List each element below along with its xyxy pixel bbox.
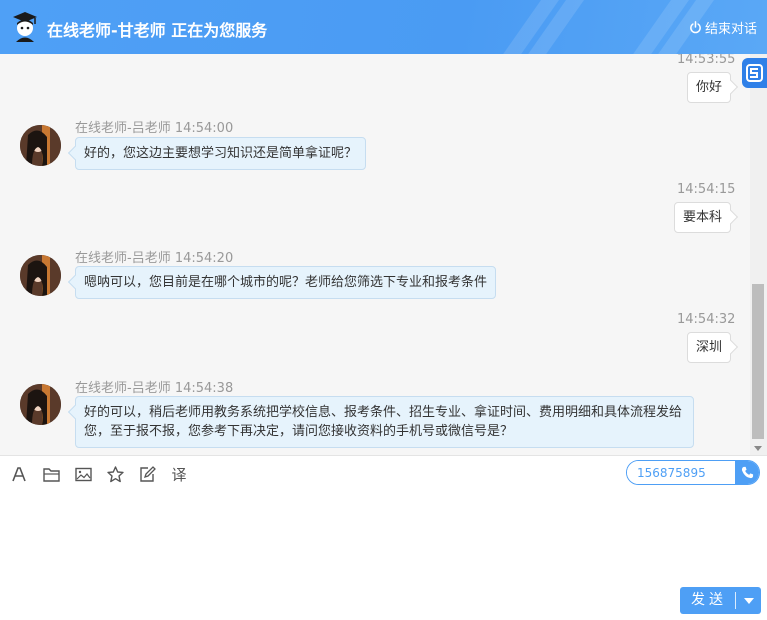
translate-button[interactable]: 译 xyxy=(168,463,190,485)
font-icon xyxy=(12,467,26,482)
scrollbar-thumb[interactable] xyxy=(752,284,764,439)
favorite-button[interactable] xyxy=(104,463,126,485)
avatar-image xyxy=(20,384,61,425)
message-time: 14:54:32 xyxy=(677,312,736,327)
scroll-down-arrow-icon[interactable] xyxy=(754,446,762,451)
file-button[interactable] xyxy=(40,463,62,485)
message-line: 好的可以，稍后老师用教务系统把学校信息、报考条件、招生专业、拿证时间、费用明细和… xyxy=(84,405,683,420)
teacher-logo-icon xyxy=(13,12,37,42)
star-icon xyxy=(106,465,124,482)
send-options-button[interactable] xyxy=(736,587,761,614)
power-icon xyxy=(690,21,701,34)
send-button-group: 发送 xyxy=(680,587,761,614)
teacher-message-bubble: 嗯呐可以，您目前是在哪个城市的呢？老师给您筛选下专业和报考条件 xyxy=(75,266,497,299)
phone-field xyxy=(626,460,760,485)
user-message-bubble: 你好 xyxy=(687,72,732,103)
end-chat-button[interactable]: 结束对话 xyxy=(689,18,757,37)
message-time: 14:53:55 xyxy=(677,54,736,67)
sender-name-time: 在线老师-吕老师 14:54:38 xyxy=(75,381,234,396)
folder-icon xyxy=(42,467,60,482)
teacher-avatar xyxy=(20,384,61,425)
phone-icon xyxy=(741,466,753,479)
avatar-image xyxy=(20,125,61,166)
image-icon xyxy=(74,467,92,481)
message-input-area[interactable] xyxy=(0,490,767,585)
image-button[interactable] xyxy=(72,463,94,485)
service-s-icon xyxy=(746,64,763,82)
sender-name-time: 在线老师-吕老师 14:54:00 xyxy=(75,121,234,136)
teacher-message-bubble: 好的可以，稍后老师用教务系统把学校信息、报考条件、招生专业、拿证时间、费用明细和… xyxy=(75,396,694,448)
edit-button[interactable] xyxy=(136,463,158,485)
send-button[interactable]: 发送 xyxy=(680,587,735,614)
teacher-message-bubble: 好的，您这边主要想学习知识还是简单拿证呢？ xyxy=(75,137,367,170)
user-message-bubble: 深圳 xyxy=(687,332,732,363)
end-chat-label: 结束对话 xyxy=(704,22,757,37)
phone-input[interactable] xyxy=(627,461,735,484)
side-service-button[interactable] xyxy=(742,58,767,88)
teacher-avatar xyxy=(20,255,61,296)
input-divider xyxy=(0,455,767,456)
chat-scrollbar[interactable] xyxy=(750,54,767,455)
sender-name-time: 在线老师-吕老师 14:54:20 xyxy=(75,251,234,266)
call-button[interactable] xyxy=(735,461,759,484)
message-time: 14:54:15 xyxy=(677,182,736,197)
teacher-avatar xyxy=(20,125,61,166)
chevron-down-icon xyxy=(743,597,754,604)
user-message-bubble: 要本科 xyxy=(674,202,732,233)
chat-header: 在线老师-甘老师 正在为您服务 结束对话 xyxy=(0,0,767,54)
page-title: 在线老师-甘老师 正在为您服务 xyxy=(47,21,268,40)
font-button[interactable] xyxy=(8,463,30,485)
chat-history[interactable]: 14:53:55 你好 在线老师-吕老师 14:54:00 好的，您这边主要想学… xyxy=(0,54,750,455)
edit-icon xyxy=(139,466,156,482)
avatar-image xyxy=(20,255,61,296)
message-line: 您，至于报不报，您参考下再决定，请问您接收资料的手机号或微信号是？ xyxy=(84,424,514,439)
